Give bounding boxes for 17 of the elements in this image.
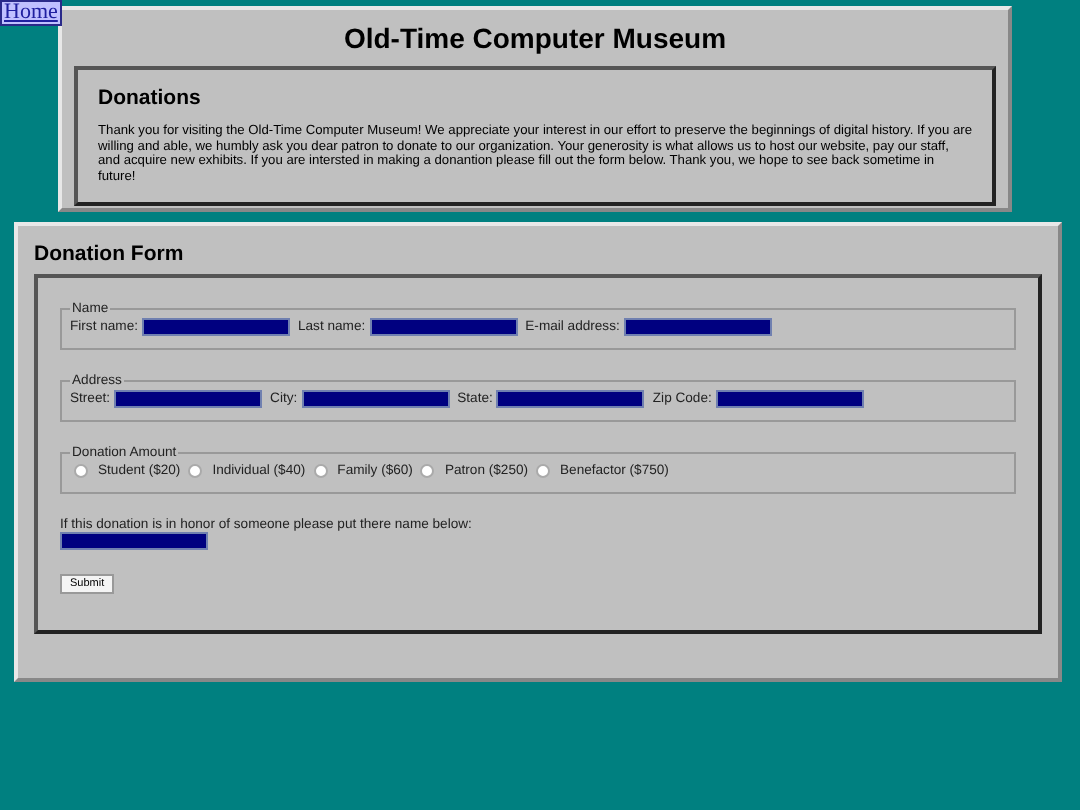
text-field[interactable] bbox=[301, 390, 450, 408]
radio-button[interactable] bbox=[313, 464, 328, 478]
text-field[interactable] bbox=[142, 318, 290, 336]
text-field[interactable] bbox=[496, 390, 645, 408]
text-field[interactable] bbox=[369, 318, 518, 336]
text-field[interactable] bbox=[114, 390, 263, 408]
radio-button[interactable] bbox=[74, 464, 88, 478]
section-title: Donations bbox=[98, 86, 203, 110]
honor-name-field[interactable] bbox=[60, 532, 208, 550]
form-title: Donation Form bbox=[34, 240, 186, 268]
home-link[interactable]: Home bbox=[0, 0, 62, 26]
text-field[interactable] bbox=[715, 390, 864, 408]
radio-button[interactable] bbox=[536, 464, 551, 478]
text-field[interactable] bbox=[623, 318, 772, 336]
radio-button[interactable] bbox=[420, 464, 435, 478]
page-title: Old-Time Computer Museum bbox=[341, 22, 729, 56]
radio-button[interactable] bbox=[188, 464, 203, 478]
